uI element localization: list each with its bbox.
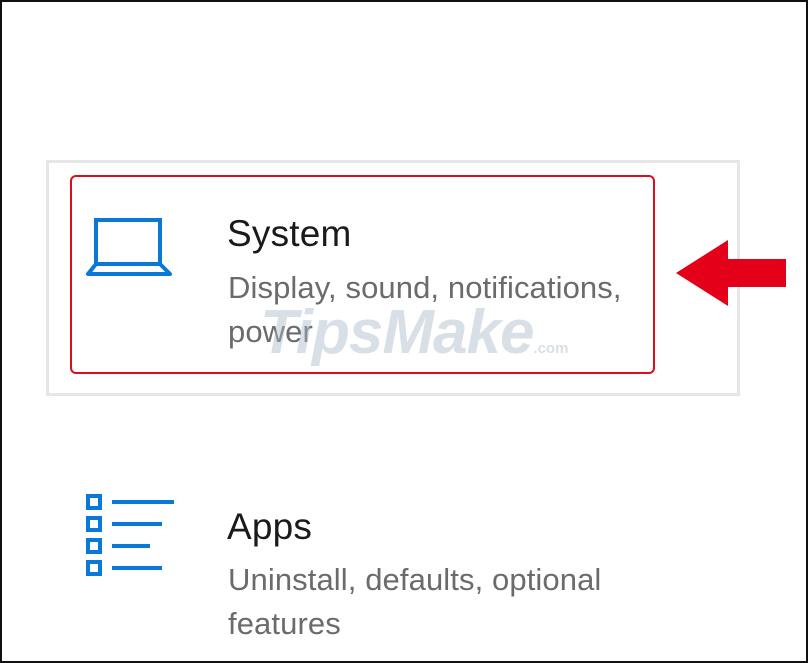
apps-list-icon xyxy=(86,494,174,576)
red-arrow-icon xyxy=(676,240,786,306)
system-title[interactable]: System xyxy=(227,212,352,256)
apps-title[interactable]: Apps xyxy=(227,505,312,549)
screenshot-frame: System Display, sound, notifications, po… xyxy=(0,0,808,663)
apps-description: Uninstall, defaults, optional features xyxy=(228,562,602,641)
laptop-icon xyxy=(86,218,172,276)
system-description: Display, sound, notifications, power xyxy=(228,270,622,349)
